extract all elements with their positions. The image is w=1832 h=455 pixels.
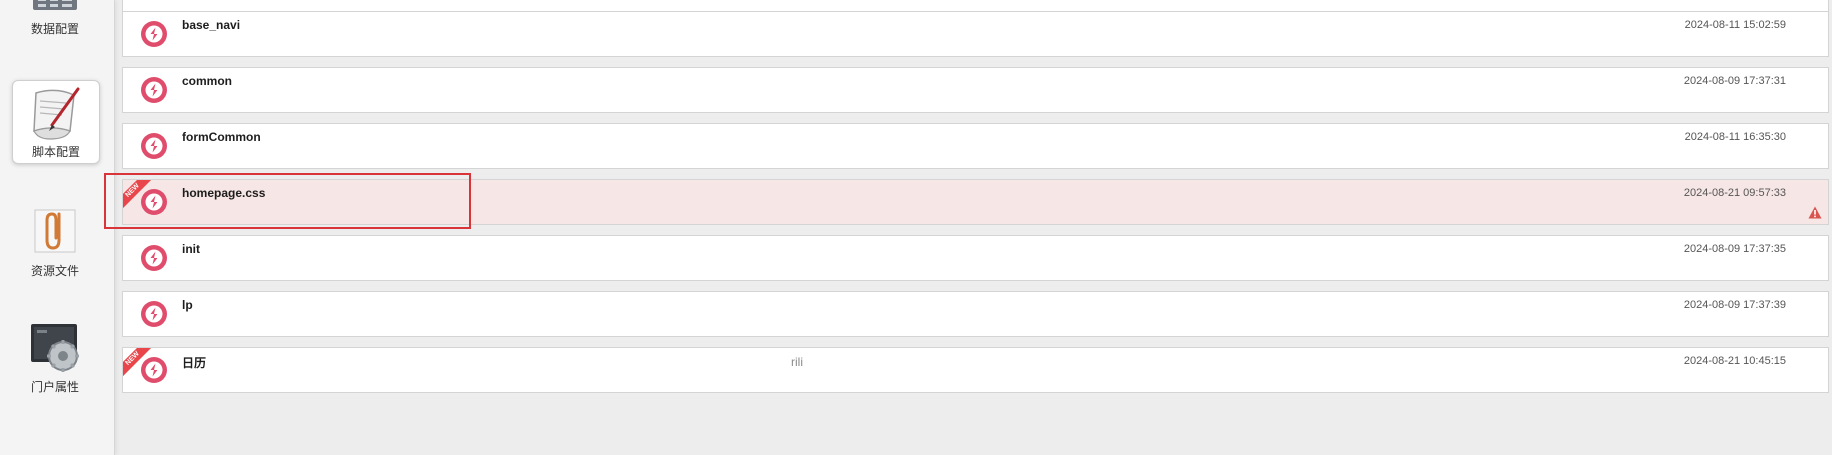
script-row-lp[interactable]: lp 2024-08-09 17:37:39	[122, 291, 1829, 337]
script-row-base-navi[interactable]: base_navi 2024-08-11 15:02:59	[122, 11, 1829, 57]
script-updated-time: 2024-08-11 15:02:59	[1684, 19, 1786, 31]
script-description: rili	[791, 355, 803, 369]
script-updated-time: 2024-08-09 17:37:31	[1683, 75, 1786, 87]
script-row-common[interactable]: common 2024-08-09 17:37:31	[122, 67, 1829, 113]
script-row-init[interactable]: init 2024-08-09 17:37:35	[122, 235, 1829, 281]
script-name: lp	[182, 298, 193, 312]
script-name: homepage.css	[182, 186, 266, 200]
sidebar-item-label: 资源文件	[30, 264, 79, 278]
sidebar-item-portal-properties[interactable]: 门户属性	[12, 320, 98, 400]
script-badge-icon	[141, 189, 167, 215]
script-badge-icon	[141, 77, 167, 103]
script-name: formCommon	[182, 130, 261, 144]
script-name: common	[182, 74, 233, 88]
script-updated-time: 2024-08-09 17:37:39	[1683, 299, 1786, 311]
warning-icon[interactable]	[1808, 206, 1822, 219]
script-name: init	[182, 242, 200, 256]
script-badge-icon	[141, 245, 167, 271]
script-updated-time: 2024-08-09 17:37:35	[1683, 243, 1786, 255]
script-list-panel: base_navi 2024-08-11 15:02:59 common 202…	[114, 0, 1832, 455]
sidebar-item-data-config[interactable]: 数据配置	[12, 0, 98, 42]
sidebar-item-script-config[interactable]: 脚本配置	[12, 80, 100, 164]
script-updated-time: 2024-08-11 16:35:30	[1684, 131, 1786, 143]
script-updated-time: 2024-08-21 10:45:15	[1683, 355, 1786, 367]
script-badge-icon	[141, 21, 167, 47]
script-scroll-icon	[33, 87, 80, 140]
sidebar-item-label: 门户属性	[30, 380, 79, 394]
script-badge-icon	[141, 357, 167, 383]
script-badge-icon	[141, 133, 167, 159]
script-row-homepage-css[interactable]: NEW homepage.css 2024-08-21 09:57:33	[122, 179, 1829, 225]
database-config-icon	[33, 0, 77, 10]
script-row-rili[interactable]: NEW 日历 rili 2024-08-21 10:45:15	[122, 347, 1829, 393]
script-row-formcommon[interactable]: formCommon 2024-08-11 16:35:30	[122, 123, 1829, 169]
paperclip-icon	[34, 209, 76, 253]
sidebar-item-resource-files[interactable]: 资源文件	[12, 206, 98, 282]
sidebar-item-label: 脚本配置	[31, 145, 80, 159]
script-name: base_navi	[182, 18, 241, 32]
settings-gear-icon	[31, 324, 79, 372]
script-name: 日历	[182, 356, 207, 370]
script-badge-icon	[141, 301, 167, 327]
script-updated-time: 2024-08-21 09:57:33	[1683, 187, 1786, 199]
sidebar: 数据配置 脚本配置 资源文件 门户属性	[0, 0, 115, 455]
sidebar-item-label: 数据配置	[30, 22, 79, 36]
